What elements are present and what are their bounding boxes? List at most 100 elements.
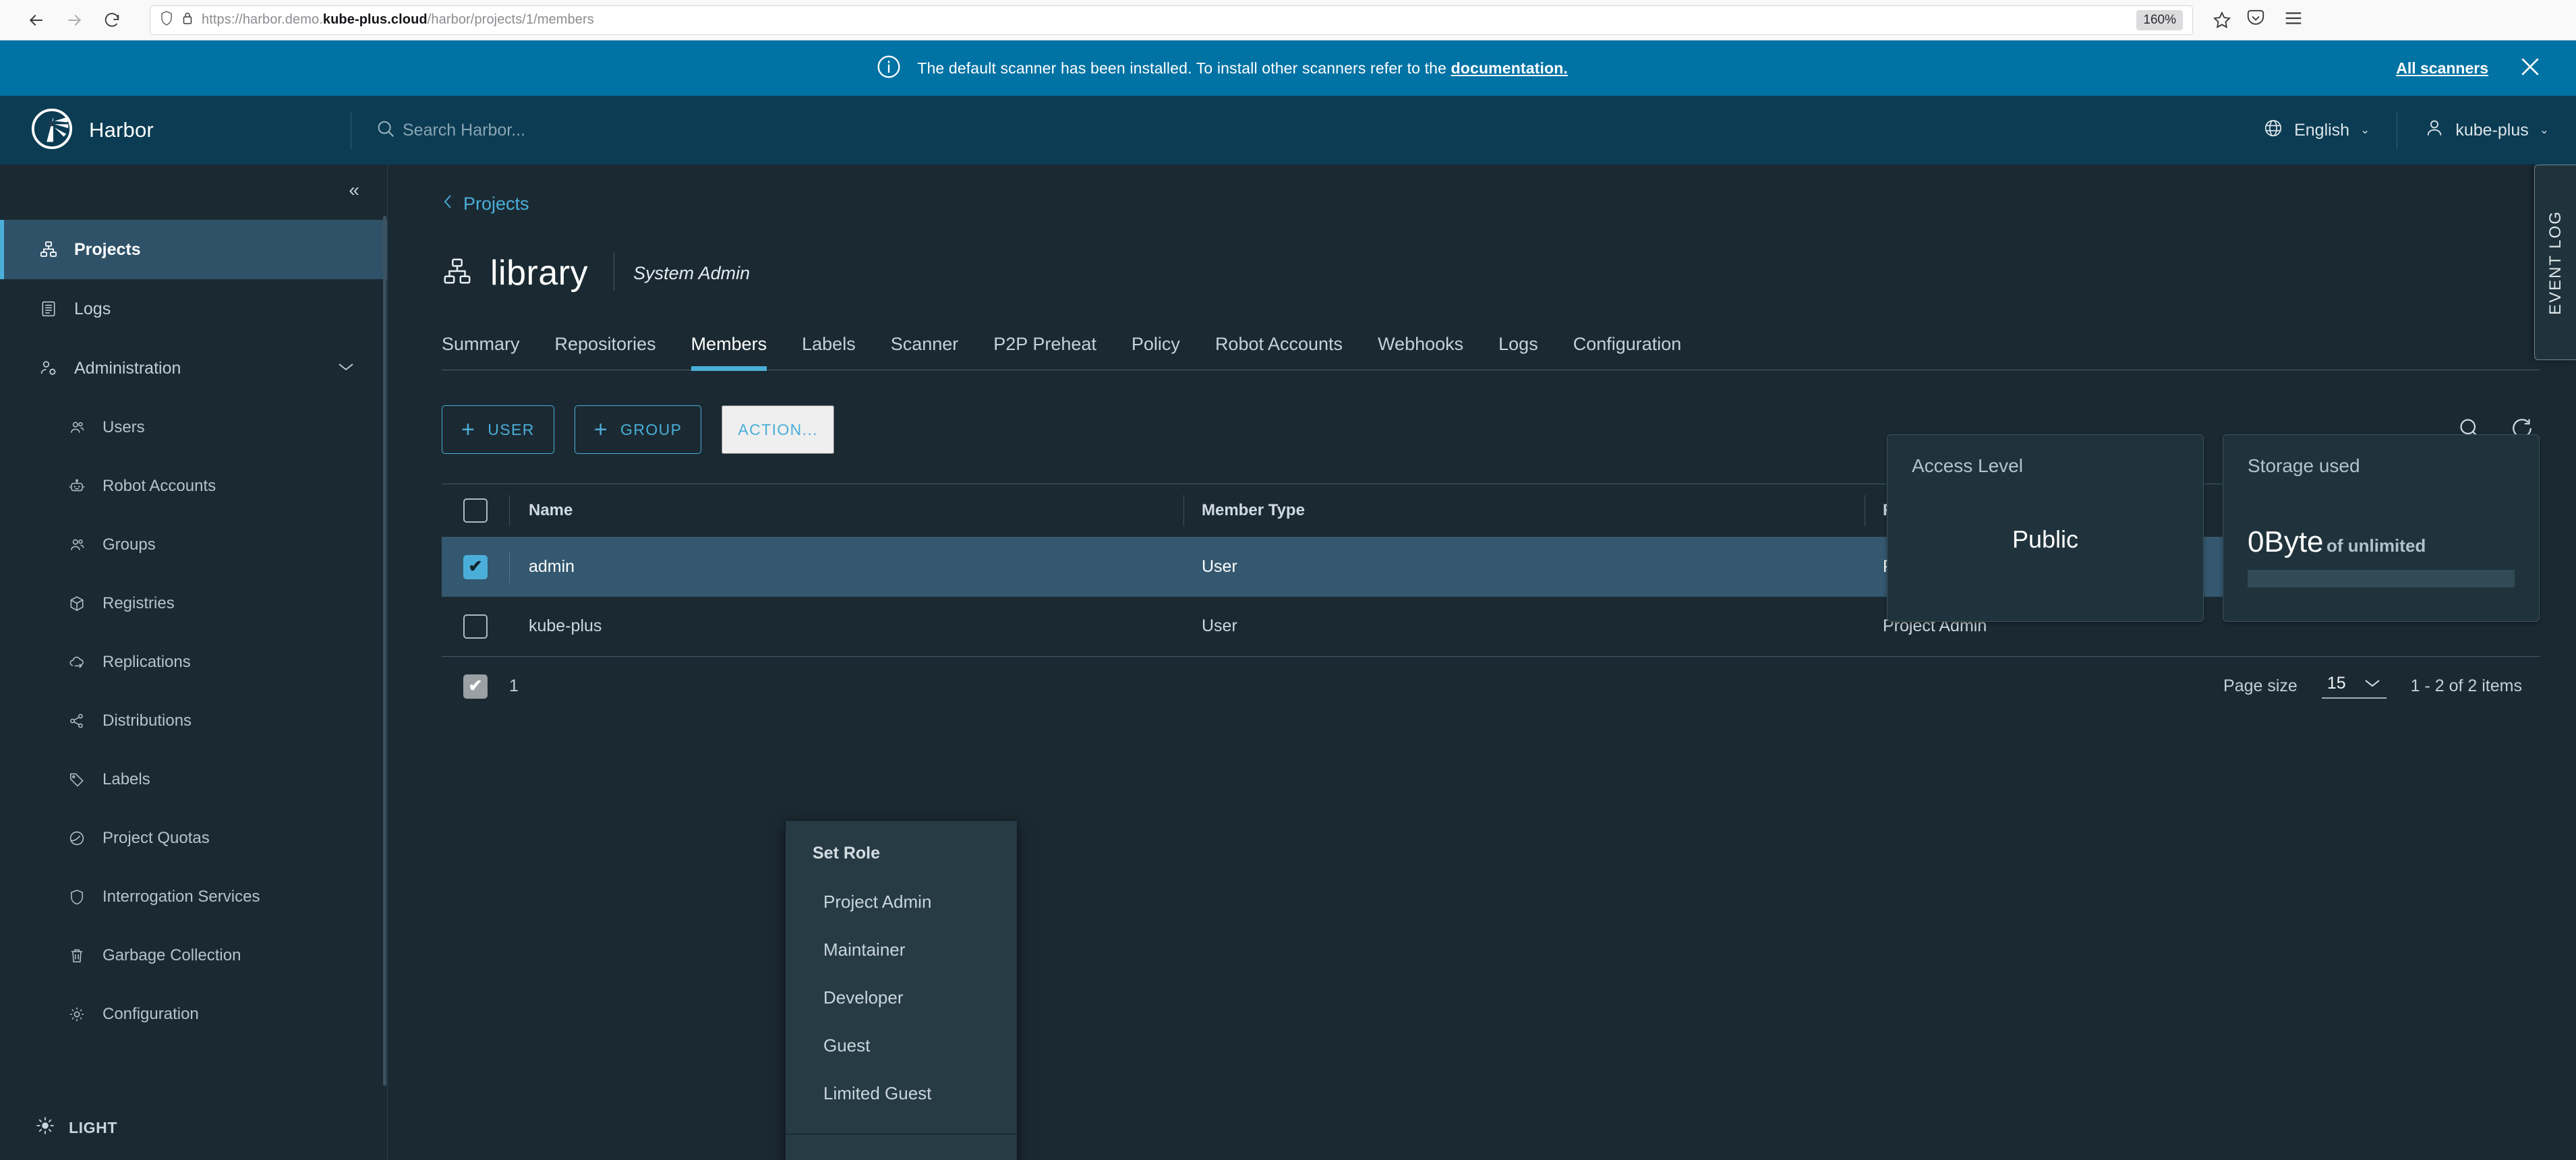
page-size-select[interactable]: 15	[2321, 674, 2387, 699]
menu-item-remove[interactable]: Remove	[786, 1149, 1017, 1160]
sidebar-item-label: Interrogation Services	[103, 887, 260, 906]
action-dropdown-button[interactable]: ACTION...	[722, 405, 835, 454]
sidebar-item-registries[interactable]: Registries	[0, 574, 387, 633]
reload-icon[interactable]	[93, 1, 131, 39]
harbor-brand[interactable]: Harbor	[0, 108, 351, 153]
chevron-down-icon: ⌄	[2539, 123, 2549, 136]
search-placeholder: Search Harbor...	[403, 120, 526, 140]
language-selector[interactable]: English ⌄	[2236, 118, 2397, 143]
url-bar[interactable]: https://harbor.demo.kube-plus.cloud/harb…	[150, 5, 2193, 35]
sidebar-item-administration[interactable]: Administration	[0, 339, 387, 398]
storage-used-value: 0Byte	[2248, 525, 2324, 558]
main-content: Projects library System Admin Access Lev…	[388, 165, 2576, 1160]
cell-member-type: User	[1202, 616, 1237, 635]
card-title: Access Level	[1912, 455, 2023, 476]
all-scanners-link[interactable]: All scanners	[2396, 59, 2488, 78]
sidebar-item-project-quotas[interactable]: Project Quotas	[0, 809, 387, 867]
page-title: library	[442, 253, 588, 293]
tab-summary[interactable]: Summary	[442, 334, 537, 370]
sidebar-item-robot-accounts[interactable]: Robot Accounts	[0, 457, 387, 515]
breadcrumb[interactable]: Projects	[388, 165, 2576, 215]
tab-scanner[interactable]: Scanner	[873, 334, 976, 370]
bookmark-star-icon[interactable]	[2212, 10, 2232, 30]
table-footer: 1 Page size 15 1 - 2 of 2 items	[442, 656, 2540, 716]
access-level-value: Public	[2012, 525, 2079, 553]
sidebar-item-garbage-collection[interactable]: Garbage Collection	[0, 926, 387, 985]
add-user-button[interactable]: + USER	[442, 405, 554, 454]
double-chevron-left-icon[interactable]: «	[349, 181, 359, 200]
cell-member-type: User	[1202, 557, 1237, 576]
chevron-left-icon	[442, 193, 454, 215]
theme-toggle[interactable]: LIGHT	[0, 1095, 387, 1160]
distributions-share-icon	[66, 712, 88, 730]
sidebar-item-groups[interactable]: Groups	[0, 515, 387, 574]
forward-icon[interactable]	[55, 1, 93, 39]
page-size-value: 15	[2326, 674, 2346, 693]
menu-item-guest[interactable]: Guest	[786, 1022, 1017, 1070]
sidebar-item-projects[interactable]: Projects	[0, 220, 387, 279]
action-dropdown-menu: Set Role Project Admin Maintainer Develo…	[785, 820, 1018, 1160]
sidebar-item-interrogation-services[interactable]: Interrogation Services	[0, 867, 387, 926]
username-label: kube-plus	[2455, 120, 2529, 140]
back-icon[interactable]	[18, 1, 55, 39]
app-shell: « Projects Logs Administration Users Rob…	[0, 165, 2576, 1160]
header-right-group: English ⌄ kube-plus ⌄	[2236, 96, 2576, 165]
sidebar-item-logs[interactable]: Logs	[0, 279, 387, 339]
zoom-level-badge[interactable]: 160%	[2136, 9, 2183, 30]
sidebar-item-distributions[interactable]: Distributions	[0, 691, 387, 750]
plus-icon: +	[461, 417, 476, 442]
search-input[interactable]: Search Harbor...	[351, 119, 2236, 142]
user-icon	[2424, 118, 2445, 143]
add-group-button[interactable]: + GROUP	[574, 405, 702, 454]
scanner-alert-banner: The default scanner has been installed. …	[0, 40, 2576, 96]
sidebar-item-label: Project Quotas	[103, 828, 210, 847]
event-log-tab[interactable]: EVENT LOG	[2534, 165, 2576, 360]
menu-item-project-admin[interactable]: Project Admin	[786, 878, 1017, 926]
tab-configuration[interactable]: Configuration	[1556, 334, 1699, 370]
column-header-member-type[interactable]: Member Type	[1183, 495, 1865, 526]
brand-title: Harbor	[89, 118, 154, 142]
tab-repositories[interactable]: Repositories	[537, 334, 674, 370]
replications-cloud-icon	[66, 654, 88, 671]
sidebar-nav-list: Projects Logs Administration Users Robot…	[0, 216, 387, 1095]
trash-icon	[66, 947, 88, 964]
groups-icon	[66, 536, 88, 554]
row-checkbox[interactable]	[442, 554, 509, 579]
user-menu[interactable]: kube-plus ⌄	[2397, 118, 2576, 143]
sidebar-item-users[interactable]: Users	[0, 398, 387, 457]
tab-labels[interactable]: Labels	[784, 334, 873, 370]
administration-icon	[38, 359, 59, 378]
add-group-label: GROUP	[620, 420, 682, 438]
sidebar-item-label: Replications	[103, 652, 191, 671]
project-header: library System Admin	[388, 215, 2576, 293]
menu-item-developer[interactable]: Developer	[786, 974, 1017, 1022]
tab-p2p-preheat[interactable]: P2P Preheat	[976, 334, 1114, 370]
tab-members[interactable]: Members	[674, 334, 785, 371]
column-header-name[interactable]: Name	[509, 495, 1183, 526]
menu-footer-group: Remove	[786, 1134, 1017, 1160]
sidebar: « Projects Logs Administration Users Rob…	[0, 165, 388, 1160]
sidebar-item-label: Labels	[103, 770, 150, 788]
menu-item-limited-guest[interactable]: Limited Guest	[786, 1070, 1017, 1118]
pocket-icon[interactable]	[2246, 8, 2266, 32]
close-icon[interactable]	[2517, 53, 2544, 84]
row-checkbox[interactable]	[442, 614, 509, 639]
gear-icon	[66, 1006, 88, 1023]
select-all-checkbox[interactable]	[442, 498, 509, 523]
project-tabs: Summary Repositories Members Labels Scan…	[442, 334, 2540, 371]
sidebar-scrollbar[interactable]	[383, 216, 386, 1086]
sidebar-item-label: Logs	[74, 299, 111, 318]
sidebar-item-labels[interactable]: Labels	[0, 750, 387, 809]
tab-webhooks[interactable]: Webhooks	[1360, 334, 1481, 370]
tab-policy[interactable]: Policy	[1114, 334, 1198, 370]
menu-item-maintainer[interactable]: Maintainer	[786, 926, 1017, 974]
sidebar-item-label: Garbage Collection	[103, 946, 241, 964]
sidebar-item-replications[interactable]: Replications	[0, 633, 387, 691]
hamburger-menu-icon[interactable]	[2283, 8, 2304, 32]
tab-logs[interactable]: Logs	[1481, 334, 1556, 370]
sidebar-item-label: Users	[103, 417, 145, 436]
tab-robot-accounts[interactable]: Robot Accounts	[1198, 334, 1360, 370]
sidebar-item-configuration[interactable]: Configuration	[0, 985, 387, 1043]
project-stat-cards: Access Level Public Storage used 0Byte o…	[1887, 434, 2540, 622]
documentation-link[interactable]: documentation.	[1451, 59, 1568, 77]
